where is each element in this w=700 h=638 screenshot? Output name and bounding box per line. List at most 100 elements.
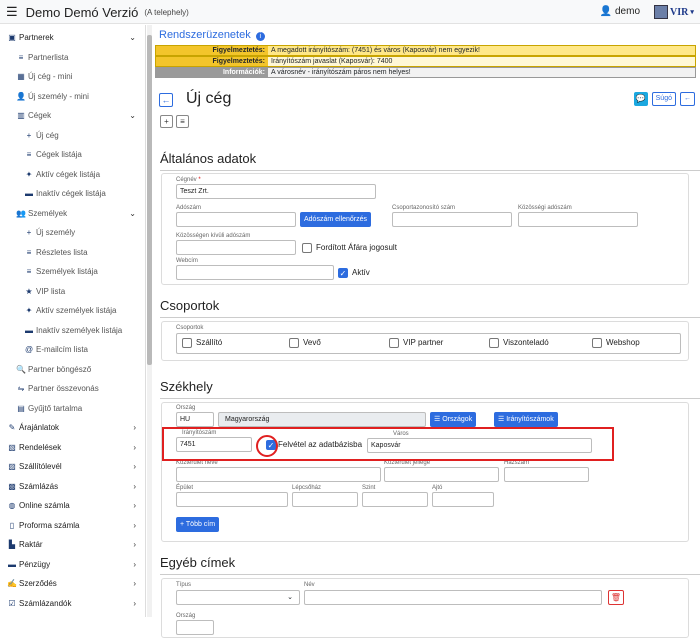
hamburger-menu-icon[interactable]: ☰: [6, 4, 18, 20]
sidebar-item[interactable]: ≡ Cégek listája: [0, 145, 146, 164]
logo-text: VIR: [670, 6, 689, 18]
door-input[interactable]: [432, 492, 494, 507]
list-icon[interactable]: ≡: [176, 115, 189, 128]
globe-icon: ◍: [8, 501, 16, 510]
sidebar-item-label: Raktár: [19, 540, 43, 549]
type-select[interactable]: ⌄: [176, 590, 300, 605]
system-messages-title[interactable]: Rendszerüzenetek i: [159, 29, 265, 41]
type-label: Típus: [176, 582, 192, 588]
sidebar-item[interactable]: ⇋ Partner összevonás: [0, 379, 146, 398]
sidebar-item[interactable]: ✦ Aktív cégek listája: [0, 165, 146, 184]
sidebar-item[interactable]: 👥 Személyek ⌄: [0, 204, 146, 223]
sidebar-item-label: Személyek listája: [36, 267, 98, 276]
sidebar-item-label: Új cég: [36, 130, 59, 140]
sidebar-item-label: Árajánlatok: [19, 423, 60, 432]
chevron-right-icon: ›: [133, 423, 136, 432]
sidebar-item[interactable]: ▤ Gyűjtő tartalma: [0, 399, 146, 418]
street-input[interactable]: [176, 467, 381, 482]
divider: [160, 574, 700, 575]
reverse-vat-checkbox[interactable]: [302, 243, 312, 253]
back-arrow-button[interactable]: ←: [680, 92, 695, 106]
sidebar-item-label: Inaktív cégek listája: [36, 189, 106, 198]
brand[interactable]: ☰ Demo Demó Verzió (A telephely): [6, 4, 189, 20]
sidebar-item[interactable]: ☑ Számlázandók ›: [0, 594, 146, 613]
group-checkbox[interactable]: [182, 338, 192, 348]
sidebar-item-label: Szerződés: [19, 579, 57, 588]
country-label: Ország: [176, 405, 196, 411]
sidebar-item-label: Aktív cégek listája: [36, 169, 101, 179]
doc-icon: ▯: [9, 520, 15, 530]
chevron-down-icon: ⌄: [287, 594, 293, 601]
sidebar-scrollbar[interactable]: [147, 25, 152, 617]
other-country-code-input[interactable]: [176, 620, 214, 635]
sidebar-item[interactable]: ▨ Szállítólevél ›: [0, 457, 146, 476]
user-menu[interactable]: 👤 demo: [600, 6, 640, 17]
sidebar-item-label: Új cég - mini: [28, 72, 73, 81]
contract-icon: ✍: [7, 579, 17, 588]
active-checkbox[interactable]: ✓: [338, 268, 348, 278]
eu-tax-input[interactable]: [518, 212, 638, 227]
merge-icon: ⇋: [17, 384, 25, 393]
sidebar-item[interactable]: ★ VIP lista: [0, 282, 146, 301]
sidebar-item-label: Pénzügy: [19, 559, 51, 569]
sidebar-item[interactable]: ◍ Online számla ›: [0, 496, 146, 515]
sidebar-item[interactable]: ▯ Proforma számla ›: [0, 516, 146, 535]
sidebar-item[interactable]: ▦ Új cég - mini: [0, 67, 146, 86]
sidebar-item[interactable]: ✎ Árajánlatok ›: [0, 418, 146, 437]
group-label: Vevő: [303, 338, 321, 347]
sidebar-item[interactable]: ✍ Szerződés ›: [0, 574, 146, 593]
vir-logo[interactable]: VIR ▾: [654, 3, 694, 21]
chevron-right-icon: ›: [133, 520, 136, 530]
sidebar-item[interactable]: ▩ Számlázás ›: [0, 477, 146, 496]
group-checkbox[interactable]: [489, 338, 499, 348]
sidebar-item[interactable]: ✦ Aktív személyek listája: [0, 301, 146, 320]
add-icon[interactable]: +: [160, 115, 173, 128]
tax-number-input[interactable]: [176, 212, 296, 227]
country-code-input[interactable]: HU: [176, 412, 214, 427]
name-input[interactable]: [304, 590, 602, 605]
sidebar-item[interactable]: ▙ Raktár ›: [0, 535, 146, 554]
website-input[interactable]: [176, 265, 334, 280]
sidebar-item[interactable]: + Új személy: [0, 223, 146, 242]
sidebar-item[interactable]: ≡ Partnerlista: [0, 48, 146, 67]
sidebar-item-label: Cégek: [28, 111, 52, 120]
more-address-button[interactable]: + Több cím: [176, 517, 220, 532]
building-input[interactable]: [176, 492, 288, 507]
group-id-input[interactable]: [392, 212, 512, 227]
sidebar-item[interactable]: + Új cég: [0, 126, 146, 145]
scrollbar-thumb[interactable]: [147, 35, 152, 365]
trash-icon[interactable]: 🗑: [608, 590, 624, 605]
countries-button[interactable]: ☰ Országok: [430, 412, 477, 427]
stairs-input[interactable]: [292, 492, 358, 507]
sidebar-item[interactable]: ▬ Inaktív cégek listája: [0, 184, 146, 203]
tax-check-button[interactable]: Adószám ellenőrzés: [300, 212, 372, 227]
sidebar-item[interactable]: ▬ Inaktív személyek listája: [0, 321, 146, 340]
sidebar-item[interactable]: ≡ Személyek listája: [0, 262, 146, 281]
sidebar-item[interactable]: ▧ Rendelések ›: [0, 438, 146, 457]
group-label: Viszonteladó: [503, 338, 549, 347]
sidebar-item[interactable]: ▬ Pénzügy ›: [0, 555, 146, 574]
sidebar-item-label: Aktív személyek listája: [36, 306, 117, 315]
user-name: demo: [614, 6, 640, 17]
group-checkbox[interactable]: [289, 338, 299, 348]
stairs-label: Lépcsőház: [292, 485, 322, 491]
floor-input[interactable]: [362, 492, 428, 507]
street-type-input[interactable]: [384, 467, 499, 482]
sidebar-item[interactable]: ▥ Cégek ⌄: [0, 106, 146, 125]
house-number-input[interactable]: [504, 467, 589, 482]
sidebar-item[interactable]: 🔍 Partner böngésző: [0, 360, 146, 379]
sidebar-item[interactable]: ▣ Partnerek ⌄: [0, 28, 146, 47]
zip-codes-button[interactable]: ☰ Irányítószámok: [494, 412, 558, 427]
chat-help-icon[interactable]: 💬: [633, 92, 648, 106]
vip-icon: ★: [25, 286, 33, 296]
group-checkbox[interactable]: [389, 338, 399, 348]
group-checkbox[interactable]: [592, 338, 602, 348]
back-button[interactable]: ←: [159, 93, 173, 107]
help-button[interactable]: Súgó: [651, 92, 676, 106]
sidebar-item[interactable]: @ E-mailcím lista: [0, 340, 146, 359]
sidebar-item-label: Új személy - mini: [28, 91, 89, 101]
sidebar-item[interactable]: 👤 Új személy - mini: [0, 87, 146, 106]
company-name-input[interactable]: Teszt Zrt.: [176, 184, 376, 199]
sidebar-item[interactable]: ≡ Részletes lista: [0, 243, 146, 262]
non-eu-tax-input[interactable]: [176, 240, 296, 255]
